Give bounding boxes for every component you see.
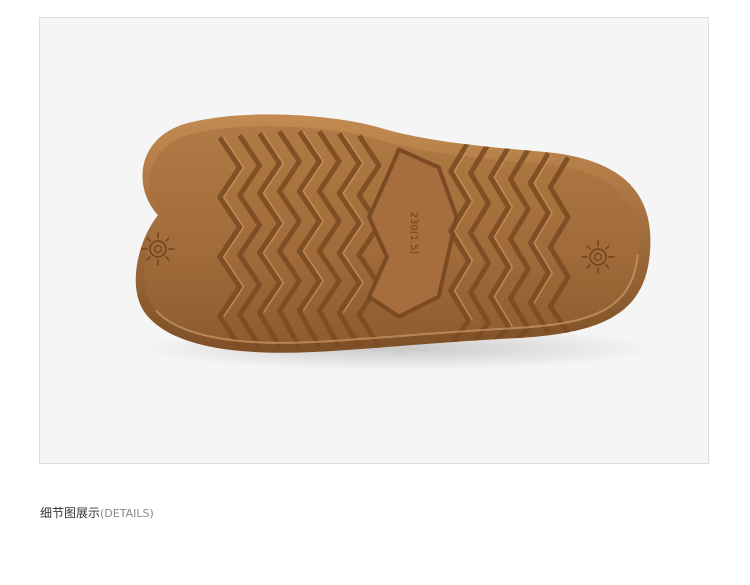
caption-title: 细节图展示 [40,506,101,520]
product-detail-photo: 230(1.5) [39,17,709,464]
section-caption: 细节图展示(DETAILS) [40,504,154,521]
size-mark-text: 230(1.5) [408,212,419,255]
sandal-sole-illustration: 230(1.5) [135,114,658,371]
caption-subtitle: (DETAILS) [100,507,154,520]
